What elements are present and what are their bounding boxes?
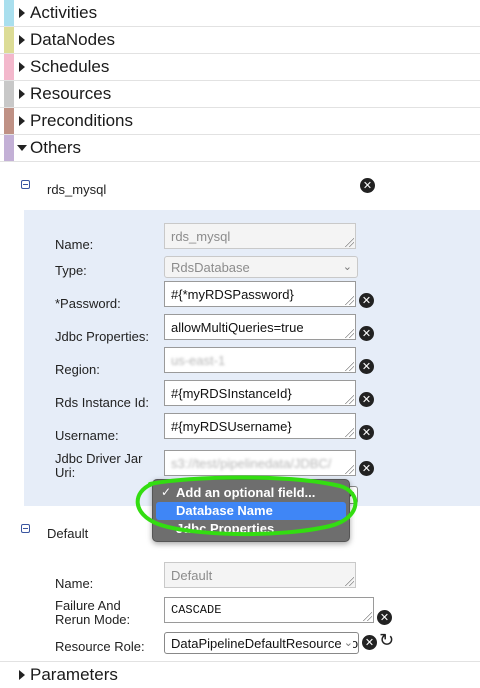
- field-label-username: Username:: [55, 428, 119, 443]
- section-color-bar: [4, 81, 14, 107]
- jdbc-driver-jar-uri-value: s3://test/pipelinedata/JDBC/: [171, 456, 332, 471]
- resource-role-select[interactable]: DataPipelineDefaultResourceRole ⌄: [164, 632, 359, 654]
- section-others[interactable]: Others: [0, 135, 480, 162]
- chevron-down-icon: ⌄: [342, 260, 352, 273]
- section-preconditions[interactable]: Preconditions: [0, 108, 480, 135]
- rds-instance-id-field[interactable]: #{myRDSInstanceId}: [164, 380, 356, 406]
- chevron-down-icon: ⌄: [341, 636, 353, 649]
- remove-field-icon[interactable]: ✕: [377, 610, 392, 625]
- region-field[interactable]: us-east-1: [164, 347, 356, 373]
- section-parameters[interactable]: Parameters: [0, 661, 480, 688]
- password-field[interactable]: #{*myRDSPassword}: [164, 281, 356, 307]
- field-label-type: Type:: [55, 263, 87, 278]
- section-label: DataNodes: [30, 30, 116, 49]
- label-line: Failure And: [55, 598, 121, 613]
- section-color-bar: [4, 108, 14, 134]
- failure-and-rerun-mode-field[interactable]: CASCADE: [164, 597, 374, 623]
- failure-and-rerun-mode-value: CASCADE: [171, 603, 222, 617]
- expand-triangle-icon[interactable]: [19, 35, 25, 45]
- object-title: Default: [47, 526, 89, 541]
- section-color-bar: [4, 135, 14, 161]
- default-name-value: Default: [171, 568, 213, 583]
- resize-grip-icon[interactable]: [363, 612, 372, 621]
- default-name-field: Default: [164, 562, 356, 588]
- expand-triangle-icon[interactable]: [19, 62, 25, 72]
- section-resources[interactable]: Resources: [0, 81, 480, 108]
- annotation-highlight-loop: [135, 475, 358, 537]
- name-field: rds_mysql: [164, 223, 356, 249]
- field-label-name: Name:: [55, 576, 94, 591]
- expand-triangle-icon[interactable]: [19, 670, 25, 680]
- field-label-failure-and-rerun-mode: Failure And Rerun Mode:: [55, 599, 130, 627]
- section-color-bar: [4, 0, 14, 26]
- section-label: Preconditions: [30, 111, 134, 130]
- type-select: RdsDatabase ⌄: [164, 256, 358, 278]
- remove-field-icon[interactable]: ✕: [359, 425, 374, 440]
- expand-triangle-icon[interactable]: [19, 89, 25, 99]
- type-value: RdsDatabase: [171, 260, 250, 275]
- remove-field-icon[interactable]: ✕: [362, 635, 377, 650]
- section-color-bar: [4, 27, 14, 53]
- section-activities[interactable]: Activities: [0, 0, 480, 27]
- field-label-password: *Password:: [55, 296, 121, 311]
- resize-grip-icon[interactable]: [345, 329, 354, 338]
- collapse-triangle-icon[interactable]: [17, 145, 27, 151]
- resize-grip-icon[interactable]: [345, 395, 354, 404]
- resize-grip-icon[interactable]: [345, 428, 354, 437]
- field-label-region: Region:: [55, 362, 100, 377]
- section-label: Others: [30, 138, 82, 157]
- password-value: #{*myRDSPassword}: [171, 287, 294, 302]
- remove-object-icon[interactable]: ✕: [360, 178, 375, 193]
- label-line: Rerun Mode:: [55, 612, 131, 627]
- section-label: Schedules: [30, 57, 110, 76]
- field-label-rds-instance-id: Rds Instance Id:: [55, 395, 149, 410]
- object-title: rds_mysql: [47, 182, 107, 197]
- section-schedules[interactable]: Schedules: [0, 54, 480, 81]
- field-label-name: Name:: [55, 237, 94, 252]
- collapse-icon[interactable]: [21, 524, 30, 533]
- section-color-bar: [4, 54, 14, 80]
- rds-instance-id-value: #{myRDSInstanceId}: [171, 386, 292, 401]
- resource-role-value: DataPipelineDefaultResourceRole: [171, 636, 359, 651]
- section-label: Resources: [30, 84, 112, 103]
- label-line: Uri:: [55, 465, 76, 480]
- name-value: rds_mysql: [171, 229, 231, 244]
- jdbc-properties-field[interactable]: allowMultiQueries=true: [164, 314, 356, 340]
- username-value: #{myRDSUsername}: [171, 419, 292, 434]
- resize-grip-icon[interactable]: [345, 296, 354, 305]
- field-label-jdbc-properties: Jdbc Properties:: [55, 329, 149, 344]
- refresh-icon[interactable]: ↻: [379, 630, 394, 651]
- resize-grip-icon[interactable]: [345, 362, 354, 371]
- username-field[interactable]: #{myRDSUsername}: [164, 413, 356, 439]
- remove-field-icon[interactable]: ✕: [359, 359, 374, 374]
- expand-triangle-icon[interactable]: [19, 8, 25, 18]
- field-label-resource-role: Resource Role:: [55, 639, 145, 654]
- section-datanodes[interactable]: DataNodes: [0, 27, 480, 54]
- resize-grip-icon: [345, 577, 354, 586]
- section-label: Parameters: [30, 665, 118, 684]
- region-value: us-east-1: [171, 353, 226, 368]
- remove-field-icon[interactable]: ✕: [359, 293, 374, 308]
- label-line: Jdbc Driver Jar: [55, 451, 143, 466]
- collapse-icon[interactable]: [21, 180, 30, 189]
- section-label: Activities: [30, 3, 98, 22]
- resize-grip-icon: [345, 238, 354, 247]
- expand-triangle-icon[interactable]: [19, 116, 25, 126]
- remove-field-icon[interactable]: ✕: [359, 392, 374, 407]
- remove-field-icon[interactable]: ✕: [359, 326, 374, 341]
- jdbc-properties-value: allowMultiQueries=true: [171, 320, 304, 335]
